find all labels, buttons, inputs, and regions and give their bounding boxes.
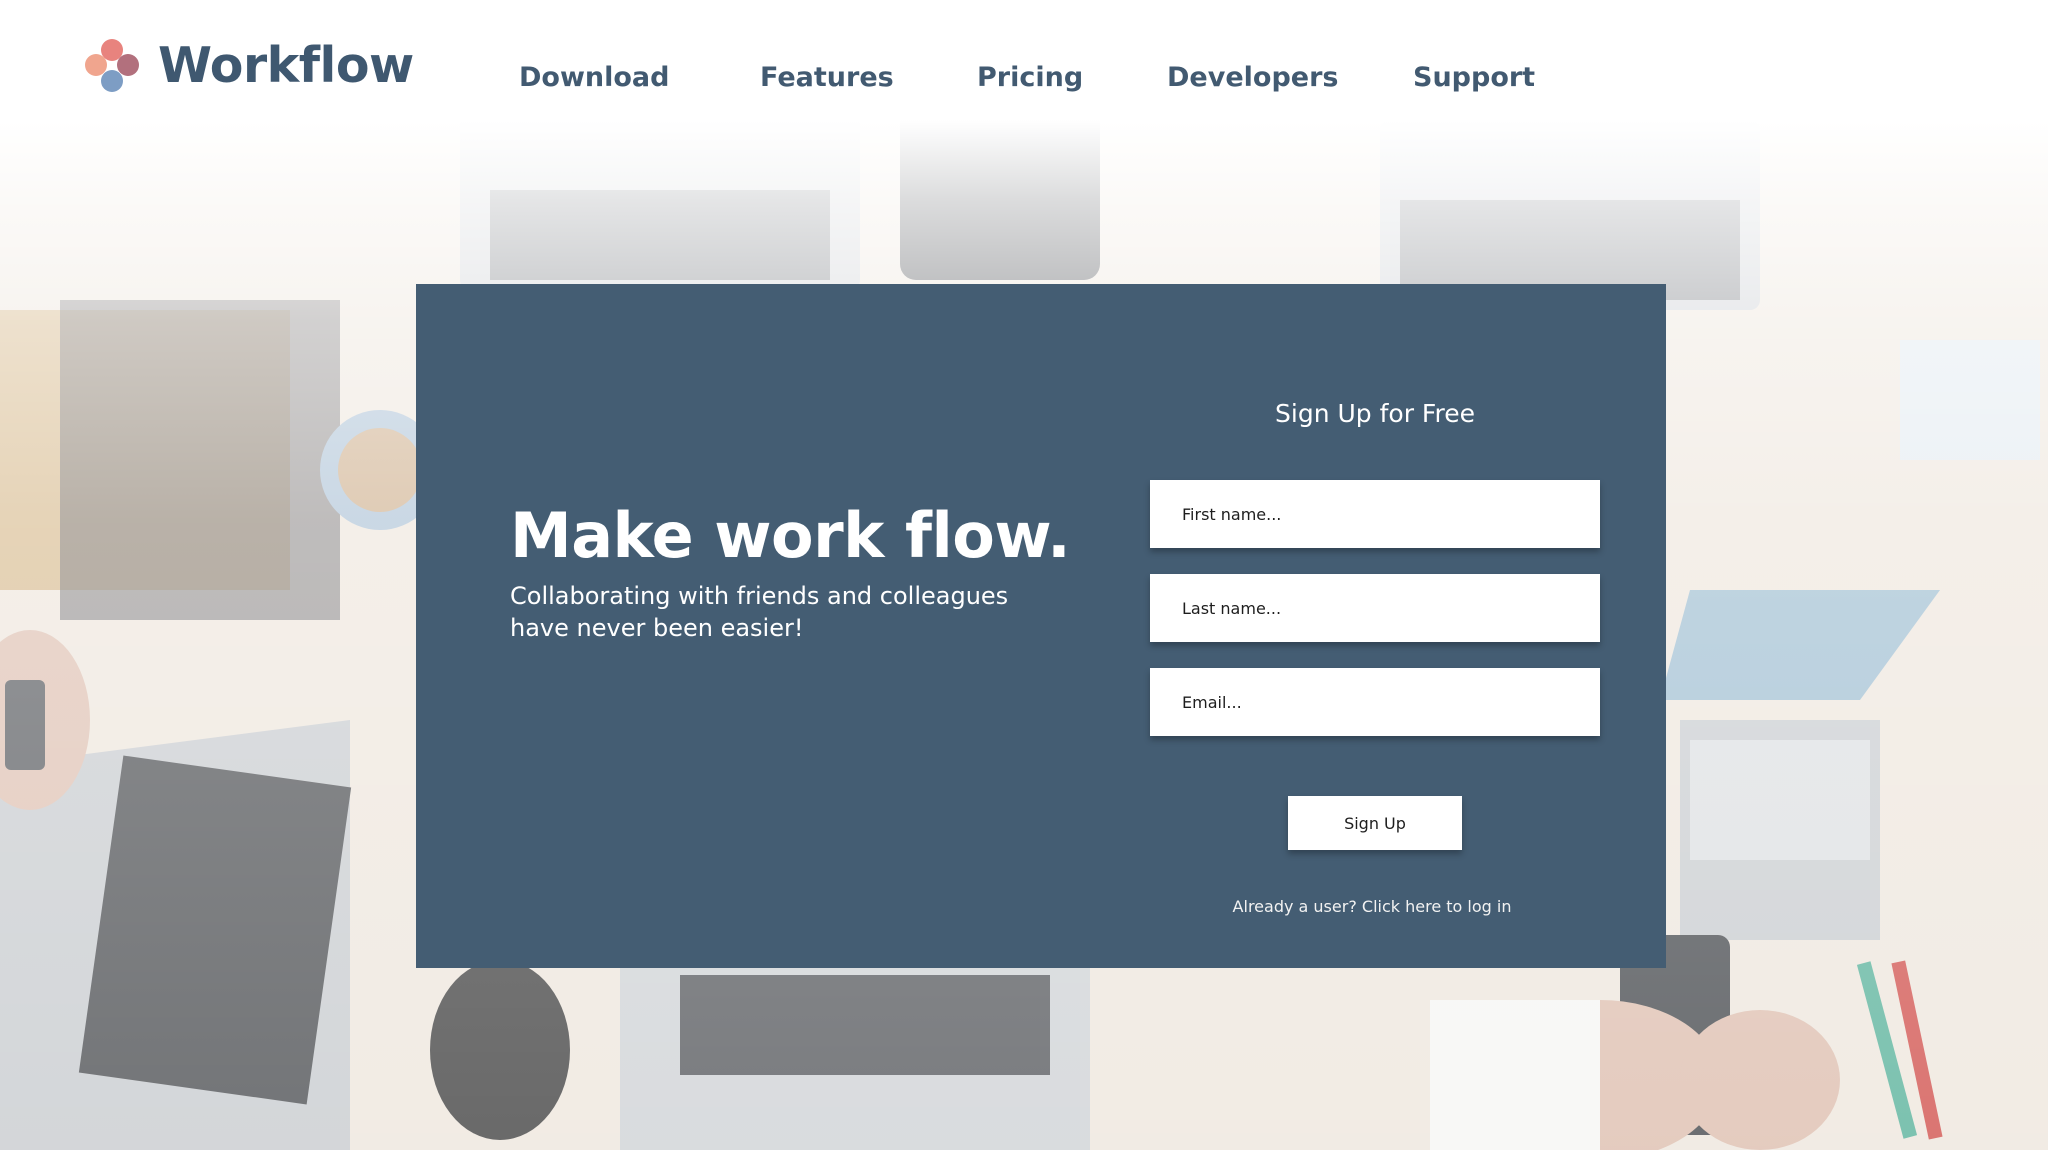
last-name-input[interactable] [1150,574,1600,642]
login-link[interactable]: Already a user? Click here to log in [1150,896,1594,918]
nav-support-link[interactable]: Support [1413,60,1535,96]
workflow-logo-icon[interactable] [80,36,144,96]
hero-subline: Collaborating with friends and colleague… [510,582,1009,642]
landing-page: Workflow Download Features Pricing Devel… [0,0,2048,1152]
signup-card: Make work flow. Collaborating with frien… [416,284,1666,968]
nav-developers-link[interactable]: Developers [1167,60,1338,96]
first-name-input[interactable] [1150,480,1600,548]
hero-headline: Make work flow. [510,499,1071,572]
top-header: Workflow Download Features Pricing Devel… [0,0,2048,120]
signup-form-title: Sign Up for Free [1275,399,1475,428]
nav-download-link[interactable]: Download [519,60,669,96]
email-input[interactable] [1150,668,1600,736]
sign-up-button[interactable]: Sign Up [1288,796,1462,850]
nav-pricing-link[interactable]: Pricing [977,60,1083,96]
nav-features-link[interactable]: Features [760,60,894,96]
brand-name[interactable]: Workflow [158,34,414,98]
